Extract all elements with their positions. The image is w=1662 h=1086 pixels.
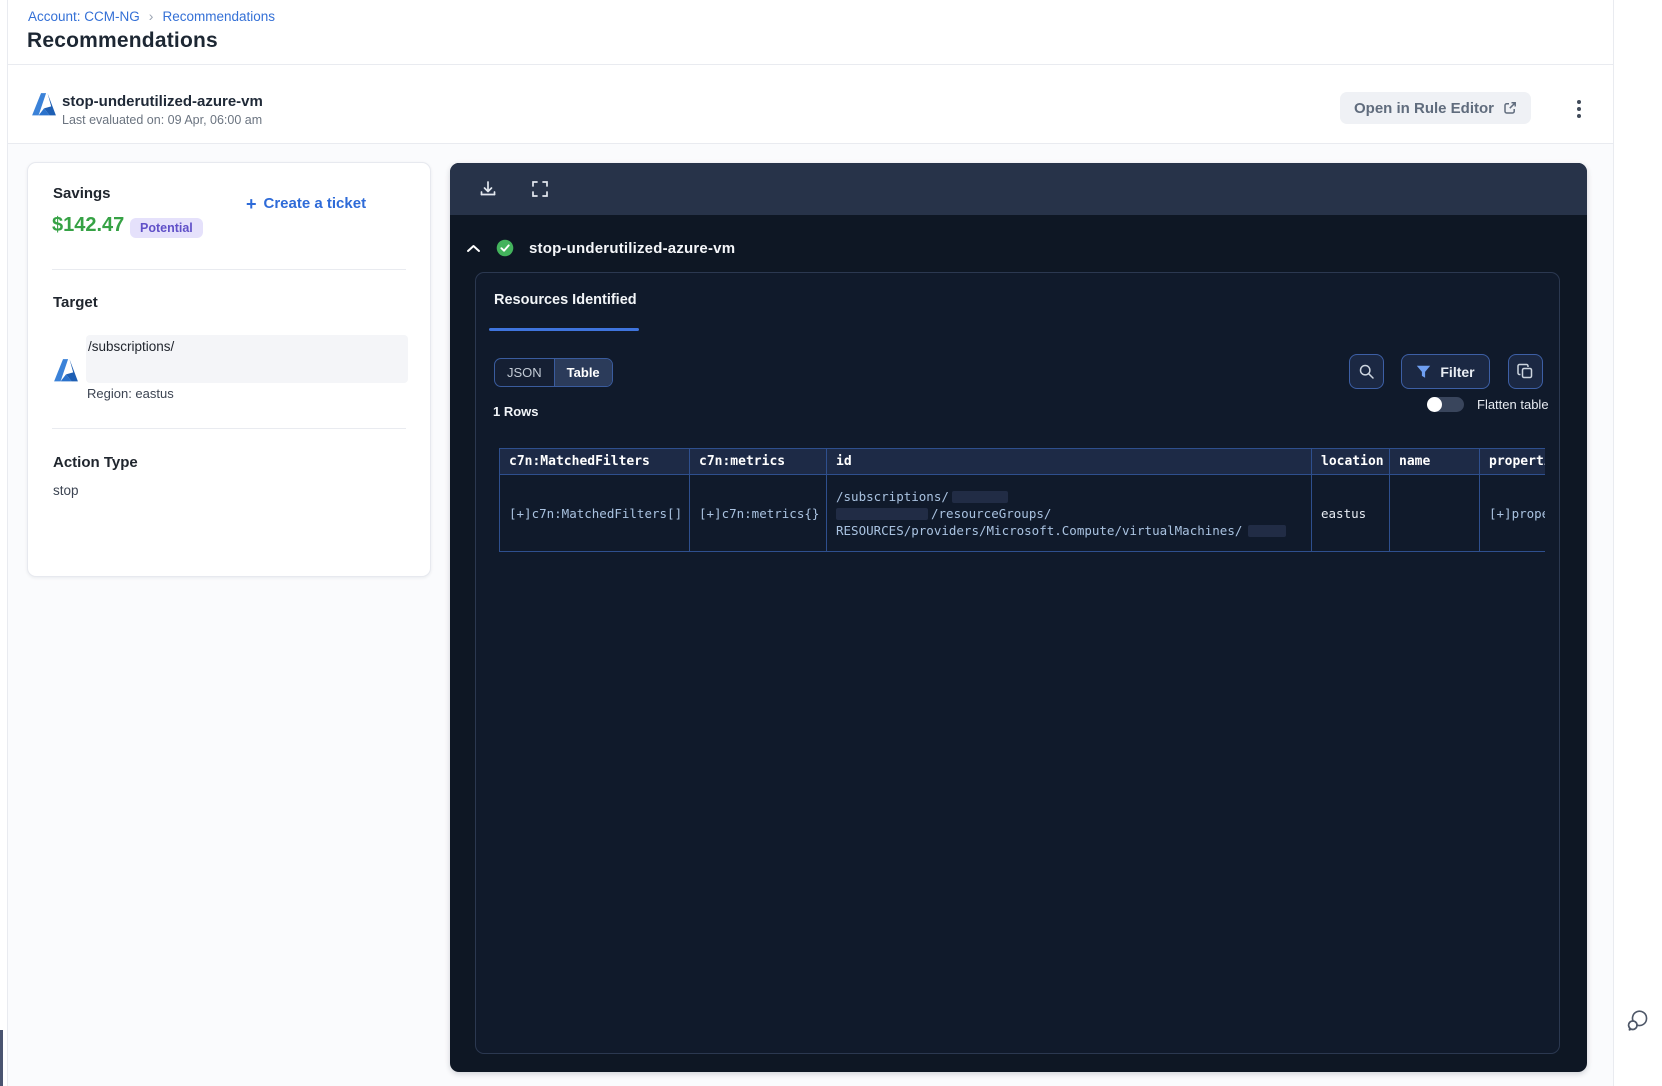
col-name: name (1389, 448, 1480, 475)
create-ticket-button[interactable]: + Create a ticket (240, 194, 372, 213)
col-location: location (1311, 448, 1390, 475)
id-line1: /subscriptions/ (836, 488, 949, 504)
target-path-block: /subscriptions/ (86, 335, 408, 383)
breadcrumb-separator: › (148, 8, 154, 24)
id-line3: RESOURCES/providers/Microsoft.Compute/vi… (836, 522, 1243, 538)
flatten-table-label: Flatten table (1477, 397, 1549, 412)
external-link-icon (1504, 102, 1516, 114)
divider (52, 428, 406, 429)
fullscreen-button[interactable] (530, 179, 550, 199)
active-tab-underline (489, 328, 639, 331)
view-toggle: JSON Table (494, 358, 613, 387)
azure-icon (32, 93, 56, 116)
copy-button[interactable] (1508, 354, 1543, 389)
table-row: [+]c7n:MatchedFilters[] [+]c7n:metrics{}… (499, 474, 1545, 552)
chevron-up-icon (467, 244, 480, 252)
last-evaluated-text: Last evaluated on: 09 Apr, 06:00 am (62, 113, 263, 127)
success-check-icon (496, 239, 514, 257)
azure-target-icon (54, 359, 78, 382)
cell-location: eastus (1311, 474, 1390, 552)
chat-help-button[interactable] (1621, 1005, 1653, 1037)
redacted-subscription-id (951, 491, 1008, 503)
collapse-button[interactable] (466, 243, 481, 254)
plus-icon: + (246, 193, 257, 214)
cell-matched-filters[interactable]: [+]c7n:MatchedFilters[] (499, 474, 690, 552)
rule-name: stop-underutilized-azure-vm (62, 93, 263, 110)
recommendations-page: Account: CCM-NG › Recommendations Recomm… (0, 0, 1662, 1086)
col-id: id (826, 448, 1312, 475)
open-rule-editor-button[interactable]: Open in Rule Editor (1340, 92, 1532, 124)
col-matched-filters: c7n:MatchedFilters (499, 448, 690, 475)
target-label: Target (53, 294, 98, 311)
page-title: Recommendations (27, 29, 218, 52)
cell-metrics[interactable]: [+]c7n:metrics{} (689, 474, 827, 552)
table-header-row: c7n:MatchedFilters c7n:metrics id locati… (499, 448, 1545, 475)
breadcrumb: Account: CCM-NG › Recommendations (28, 8, 275, 24)
redacted-vm-name (1248, 525, 1287, 537)
right-rail-divider (1613, 0, 1614, 1086)
resources-table: c7n:MatchedFilters c7n:metrics id locati… (499, 448, 1545, 552)
copy-icon (1517, 363, 1533, 379)
json-view-button[interactable]: JSON (495, 359, 554, 386)
table-view-button[interactable]: Table (553, 359, 612, 386)
action-type-label: Action Type (53, 454, 138, 471)
recommendation-header: stop-underutilized-azure-vm Last evaluat… (8, 64, 1613, 144)
col-properties: properties (1479, 448, 1545, 475)
header-menu-button[interactable] (1568, 96, 1590, 122)
panel-toolbar (450, 163, 1587, 215)
panel-title-row: stop-underutilized-azure-vm (466, 233, 735, 263)
resources-panel: stop-underutilized-azure-vm Resources Id… (450, 163, 1587, 1072)
target-region: Region: eastus (87, 386, 174, 401)
search-button[interactable] (1349, 354, 1384, 389)
filter-label: Filter (1440, 363, 1475, 380)
rows-count: 1 Rows (493, 404, 539, 419)
cell-name (1389, 474, 1480, 552)
divider (52, 269, 406, 270)
target-path: /subscriptions/ (88, 339, 175, 354)
panel-rule-title: stop-underutilized-azure-vm (529, 239, 736, 257)
flatten-table-toggle[interactable] (1427, 397, 1464, 412)
open-rule-editor-label: Open in Rule Editor (1354, 99, 1495, 117)
fullscreen-icon (532, 181, 548, 197)
toggle-knob (1427, 397, 1442, 412)
resources-identified-container: Resources Identified JSON Table Filter 1… (475, 272, 1560, 1054)
col-metrics: c7n:metrics (689, 448, 827, 475)
filter-button[interactable]: Filter (1401, 354, 1490, 389)
flatten-table-control: Flatten table (1427, 397, 1549, 412)
savings-label: Savings (53, 185, 111, 202)
id-line2: /resourceGroups/ (931, 505, 1052, 521)
potential-badge: Potential (130, 218, 203, 238)
download-icon (480, 181, 496, 196)
filter-icon (1417, 365, 1431, 378)
redacted-resource-group-prefix (836, 508, 928, 520)
cell-properties[interactable]: [+]properties{} (1479, 474, 1545, 552)
tab-resources-identified[interactable]: Resources Identified (494, 292, 637, 308)
savings-card: Savings $142.47 Potential + Create a tic… (27, 162, 431, 577)
savings-amount: $142.47 (52, 214, 125, 236)
search-icon (1359, 364, 1374, 379)
download-button[interactable] (478, 179, 498, 199)
action-type-value: stop (53, 483, 79, 498)
chat-bubbles-icon (1627, 1010, 1648, 1031)
breadcrumb-account-link[interactable]: Account: CCM-NG (28, 9, 140, 24)
breadcrumb-recommendations-link[interactable]: Recommendations (162, 9, 275, 24)
bottom-left-edge-strip (0, 1030, 3, 1086)
create-ticket-label: Create a ticket (263, 195, 367, 212)
cell-id: /subscriptions/ /resourceGroups/ RESOURC… (826, 474, 1312, 552)
resources-table-wrap: c7n:MatchedFilters c7n:metrics id locati… (499, 448, 1545, 552)
